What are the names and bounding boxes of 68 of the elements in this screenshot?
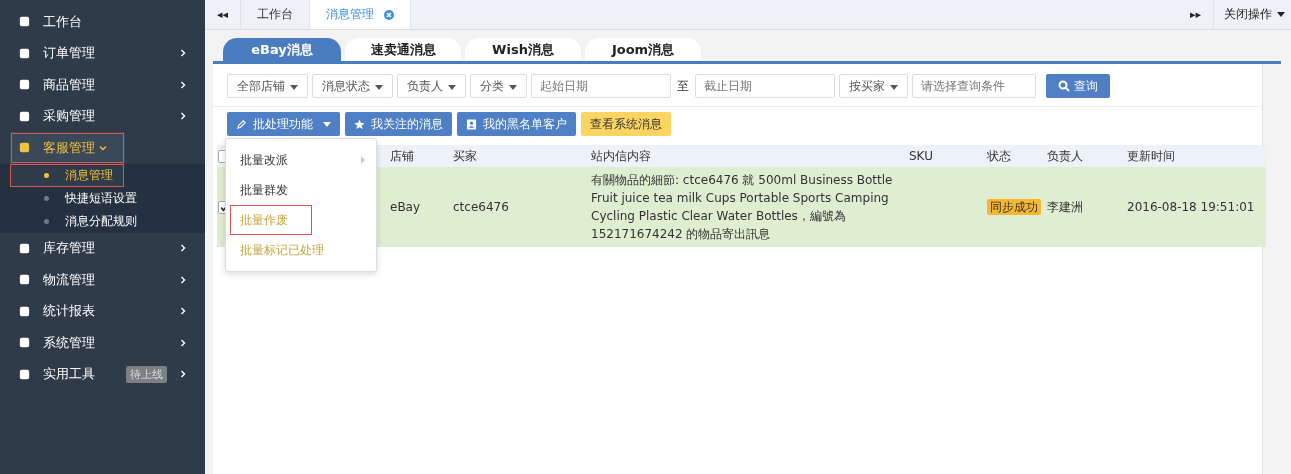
column-header: 买家 [453,148,477,163]
start-date-field[interactable]: 起始日期 [531,74,671,98]
nav-item[interactable]: 商品管理 [0,69,205,101]
filter-dropdown[interactable]: 消息状态 [312,74,393,98]
query-field[interactable]: 请选择查询条件 [912,74,1036,98]
status-badge: 同步成功 [987,198,1041,215]
edit-icon [236,118,247,130]
menu-icon [18,336,31,350]
caret-icon [1277,12,1285,17]
nav-item[interactable]: 客服管理 [10,132,125,164]
table-cell: 有關物品的細節: ctce6476 就 500ml Business Bottle Fruit juice tea milk Cups Portable Sports Camping Cycling Plastic Clear Water Bottles，編號為152171674242 的物品寄出訊息 [591,173,893,241]
filter-dropdown[interactable]: 分类 [470,74,527,98]
action-button[interactable]: 我关注的消息 [345,112,452,136]
menu-icon [18,304,31,318]
action-button[interactable]: 查看系统消息 [581,112,671,136]
menu-icon [18,78,31,92]
filter-dropdown[interactable]: 全部店铺 [227,74,308,98]
column-header: 状态 [987,148,1011,163]
nav-subitem[interactable]: 消息分配规则 [0,209,205,233]
menu-item[interactable]: 批量群发 [226,175,376,205]
menu-icon [18,15,31,29]
nav-item[interactable]: 采购管理 [0,100,205,132]
table-cell: 李建洲 [1047,199,1083,214]
menu-icon [18,46,31,60]
range-separator: 至 [677,77,689,95]
platform-tab[interactable]: Wish消息 [465,38,581,61]
nav-item[interactable]: 系统管理 [0,327,205,359]
filter-dropdown[interactable]: 负责人 [397,74,466,98]
search-by-dropdown[interactable]: 按买家 [839,74,908,98]
caret-icon [509,84,517,90]
table-cell: 2016-08-18 19:51:01 [1127,200,1255,214]
close-icon[interactable] [384,9,394,20]
column-header: 店铺 [390,148,414,163]
menu-icon [18,109,31,123]
column-header: 负责人 [1047,148,1083,163]
page-tab[interactable]: 消息管理 [310,0,411,29]
caret-icon [375,84,383,90]
table-cell: eBay [390,200,421,214]
column-header: 站内信内容 [591,149,651,163]
contact-card-icon [466,118,477,130]
nav-item[interactable]: 库存管理 [0,232,205,264]
caret-icon [890,84,898,90]
menu-icon [18,141,31,155]
menu-icon [18,367,31,381]
table-cell: ctce6476 [453,200,509,214]
nav-item[interactable]: 统计报表 [0,295,205,327]
caret-icon [323,121,331,127]
action-button[interactable]: 批处理功能 [227,112,340,136]
menu-icon [18,241,31,255]
platform-tab[interactable]: eBay消息 [223,38,341,61]
caret-icon [448,84,456,90]
column-header: SKU [909,149,933,163]
platform-tab[interactable]: 速卖通消息 [345,38,461,61]
nav-item[interactable]: 物流管理 [0,264,205,296]
caret-icon [290,84,298,90]
platform-tab[interactable]: Joom消息 [585,38,701,61]
nav-subitem[interactable]: 快捷短语设置 [0,186,205,210]
action-button[interactable]: 我的黑名单客户 [457,112,576,136]
nav-item[interactable]: 订单管理 [0,37,205,69]
end-date-field[interactable]: 截止日期 [695,74,835,98]
nav-subitem[interactable]: 消息管理 [10,163,124,187]
search-icon [1058,80,1070,92]
star-icon [354,118,365,130]
nav-item[interactable]: 实用工具 待上线 [0,358,205,390]
column-header: 更新时间 [1127,148,1175,163]
menu-icon [18,273,31,287]
search-button[interactable]: 查询 [1046,74,1110,98]
nav-item[interactable]: 工作台 [0,6,205,38]
